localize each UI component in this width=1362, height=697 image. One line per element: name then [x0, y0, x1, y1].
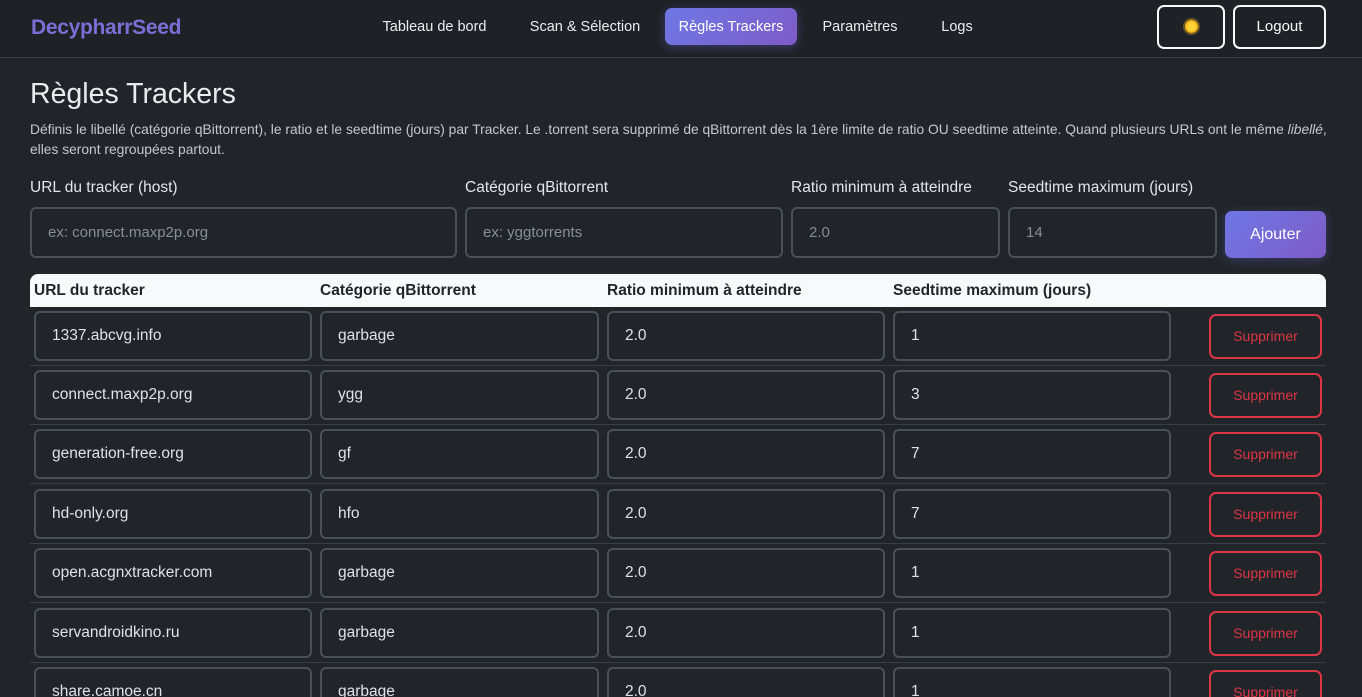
row-category-input[interactable]: garbage: [320, 608, 599, 658]
row-ratio-input[interactable]: 2.0: [607, 667, 885, 697]
row-seedtime-input[interactable]: 1: [893, 311, 1171, 361]
table-row: open.acgnxtracker.com garbage 2.0 1 Supp…: [30, 544, 1326, 603]
table-row: share.camoe.cn garbage 2.0 1 Supprimer: [30, 663, 1326, 697]
ratio-input[interactable]: 2.0: [791, 207, 1000, 258]
row-ratio-input[interactable]: 2.0: [607, 311, 885, 361]
delete-button[interactable]: Supprimer: [1209, 373, 1322, 418]
row-ratio-input[interactable]: 2.0: [607, 489, 885, 539]
row-seedtime-input[interactable]: 7: [893, 429, 1171, 479]
table-row: servandroidkino.ru garbage 2.0 1 Supprim…: [30, 604, 1326, 663]
delete-button[interactable]: Supprimer: [1209, 670, 1322, 697]
row-category-input[interactable]: garbage: [320, 311, 599, 361]
header-seedtime: Seedtime maximum (jours): [893, 282, 1092, 299]
seedtime-label: Seedtime maximum (jours): [1008, 179, 1194, 196]
table-row: connect.maxp2p.org ygg 2.0 3 Supprimer: [30, 366, 1326, 425]
row-url-input[interactable]: connect.maxp2p.org: [34, 370, 312, 420]
description-main: Définis le libellé (catégorie qBittorren…: [30, 122, 1288, 137]
row-seedtime-input[interactable]: 1: [893, 667, 1171, 697]
nav-link-dashboard[interactable]: Tableau de bord: [374, 8, 495, 45]
row-seedtime-input[interactable]: 7: [893, 489, 1171, 539]
row-url-input[interactable]: open.acgnxtracker.com: [34, 548, 312, 598]
row-seedtime-input[interactable]: 1: [893, 608, 1171, 658]
row-ratio-input[interactable]: 2.0: [607, 608, 885, 658]
description-emphasis: libellé: [1287, 122, 1323, 137]
delete-button[interactable]: Supprimer: [1209, 314, 1322, 359]
row-ratio-input[interactable]: 2.0: [607, 429, 885, 479]
nav-link-tracker-rules[interactable]: Règles Trackers: [665, 8, 797, 45]
logout-button[interactable]: Logout: [1233, 5, 1326, 49]
row-url-input[interactable]: hd-only.org: [34, 489, 312, 539]
row-category-input[interactable]: garbage: [320, 667, 599, 697]
theme-toggle-button[interactable]: [1157, 5, 1225, 49]
row-category-input[interactable]: hfo: [320, 489, 599, 539]
row-url-input[interactable]: servandroidkino.ru: [34, 608, 312, 658]
sun-icon: [1184, 20, 1198, 33]
nav-link-scan[interactable]: Scan & Sélection: [522, 8, 648, 45]
row-ratio-input[interactable]: 2.0: [607, 370, 885, 420]
delete-button[interactable]: Supprimer: [1209, 551, 1322, 596]
row-category-input[interactable]: gf: [320, 429, 599, 479]
add-button[interactable]: Ajouter: [1225, 211, 1326, 258]
brand-logo[interactable]: DecypharrSeed: [31, 16, 181, 40]
delete-button[interactable]: Supprimer: [1209, 432, 1322, 477]
row-seedtime-input[interactable]: 1: [893, 548, 1171, 598]
row-url-input[interactable]: 1337.abcvg.info: [34, 311, 312, 361]
row-seedtime-input[interactable]: 3: [893, 370, 1171, 420]
table-row: hd-only.org hfo 2.0 7 Supprimer: [30, 485, 1326, 544]
delete-button[interactable]: Supprimer: [1209, 611, 1322, 656]
navbar: DecypharrSeed Tableau de bord Scan & Sél…: [0, 0, 1362, 58]
page-title: Règles Trackers: [30, 78, 236, 110]
header-url: URL du tracker: [34, 282, 145, 299]
ratio-label: Ratio minimum à atteindre: [791, 179, 972, 196]
category-label: Catégorie qBittorrent: [465, 179, 609, 196]
url-label: URL du tracker (host): [30, 179, 178, 196]
nav-link-settings[interactable]: Paramètres: [815, 8, 905, 45]
row-category-input[interactable]: ygg: [320, 370, 599, 420]
delete-button[interactable]: Supprimer: [1209, 492, 1322, 537]
nav-link-logs[interactable]: Logs: [932, 8, 982, 45]
header-category: Catégorie qBittorrent: [320, 282, 476, 299]
row-url-input[interactable]: generation-free.org: [34, 429, 312, 479]
header-ratio: Ratio minimum à atteindre: [607, 282, 802, 299]
table-row: 1337.abcvg.info garbage 2.0 1 Supprimer: [30, 307, 1326, 366]
table-header: URL du tracker Catégorie qBittorrent Rat…: [30, 274, 1326, 307]
page-description: Définis le libellé (catégorie qBittorren…: [30, 120, 1330, 160]
category-input[interactable]: ex: yggtorrents: [465, 207, 783, 258]
table-row: generation-free.org gf 2.0 7 Supprimer: [30, 425, 1326, 484]
row-url-input[interactable]: share.camoe.cn: [34, 667, 312, 697]
row-category-input[interactable]: garbage: [320, 548, 599, 598]
row-ratio-input[interactable]: 2.0: [607, 548, 885, 598]
seedtime-input[interactable]: 14: [1008, 207, 1217, 258]
url-input[interactable]: ex: connect.maxp2p.org: [30, 207, 457, 258]
